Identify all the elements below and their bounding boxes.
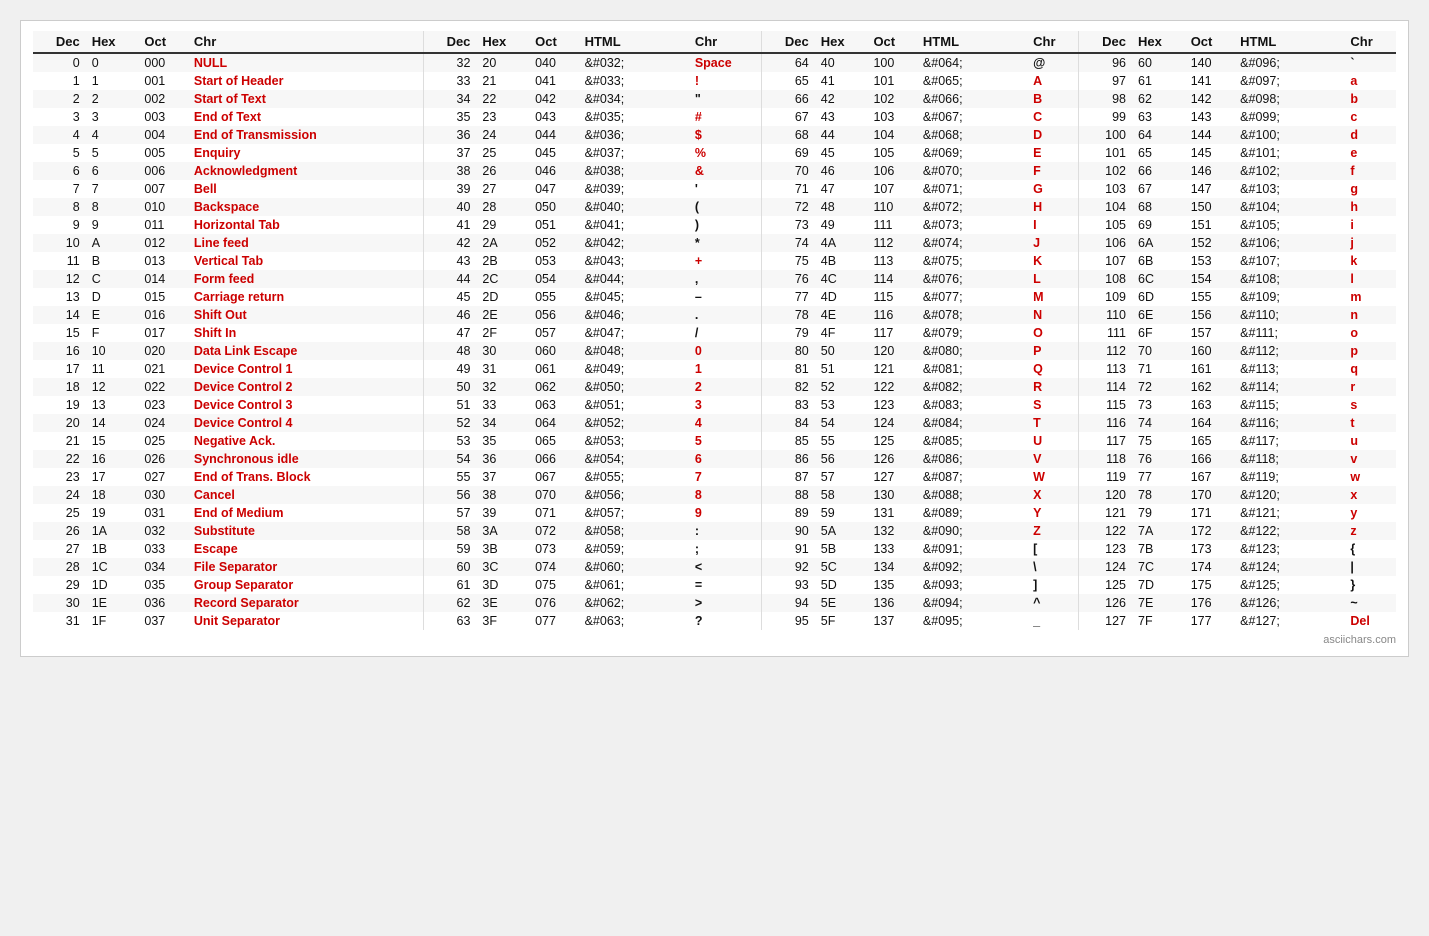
- table-row: 311F037Unit Separator633F077&#063;?955F1…: [33, 612, 1396, 630]
- header-hex-2: Hex: [476, 31, 529, 53]
- table-row: 271B033Escape593B073&#059;;915B133&#091;…: [33, 540, 1396, 558]
- header-oct-2: Oct: [529, 31, 578, 53]
- table-row: 2115025Negative Ack.5335065&#053;5855512…: [33, 432, 1396, 450]
- table-row: 2216026Synchronous idle5436066&#054;6865…: [33, 450, 1396, 468]
- ascii-table: Dec Hex Oct Chr Dec Hex Oct HTML Chr Dec…: [33, 31, 1396, 630]
- header-hex-3: Hex: [815, 31, 868, 53]
- table-row: 2014024Device Control 45234064&#052;4845…: [33, 414, 1396, 432]
- table-row: 301E036Record Separator623E076&#062;>945…: [33, 594, 1396, 612]
- header-dec-3: Dec: [761, 31, 814, 53]
- header-hex-1: Hex: [86, 31, 139, 53]
- table-row: 11001Start of Header3321041&#033;!654110…: [33, 72, 1396, 90]
- table-row: 11B013Vertical Tab432B053&#043;+754B113&…: [33, 252, 1396, 270]
- table-row: 2418030Cancel5638070&#056;88858130&#088;…: [33, 486, 1396, 504]
- header-chrd-2: Chr: [689, 31, 762, 53]
- table-row: 281C034File Separator603C074&#060;<925C1…: [33, 558, 1396, 576]
- header-html-2: HTML: [579, 31, 689, 53]
- table-row: 99011Horizontal Tab4129051&#041;)7349111…: [33, 216, 1396, 234]
- table-row: 10A012Line feed422A052&#042;*744A112&#07…: [33, 234, 1396, 252]
- header-chrd-3: Chr: [1027, 31, 1078, 53]
- table-row: 66006Acknowledgment3826046&#038;&7046106…: [33, 162, 1396, 180]
- table-row: 1913023Device Control 35133063&#051;3835…: [33, 396, 1396, 414]
- table-row: 1812022Device Control 25032062&#050;2825…: [33, 378, 1396, 396]
- header-dec-2: Dec: [423, 31, 476, 53]
- header-oct-1: Oct: [138, 31, 187, 53]
- table-header-row: Dec Hex Oct Chr Dec Hex Oct HTML Chr Dec…: [33, 31, 1396, 53]
- table-row: 44004End of Transmission3624044&#036;$68…: [33, 126, 1396, 144]
- ascii-table-container: Dec Hex Oct Chr Dec Hex Oct HTML Chr Dec…: [20, 20, 1409, 657]
- table-row: 291D035Group Separator613D075&#061;=935D…: [33, 576, 1396, 594]
- table-row: 1610020Data Link Escape4830060&#048;0805…: [33, 342, 1396, 360]
- header-dec-4: Dec: [1079, 31, 1132, 53]
- table-row: 33003End of Text3523043&#035;#6743103&#0…: [33, 108, 1396, 126]
- header-oct-4: Oct: [1185, 31, 1234, 53]
- table-row: 15F017Shift In472F057&#047;/794F117&#079…: [33, 324, 1396, 342]
- table-row: 00000NULL3220040&#032;Space6440100&#064;…: [33, 53, 1396, 72]
- table-body: 00000NULL3220040&#032;Space6440100&#064;…: [33, 53, 1396, 630]
- table-row: 261A032Substitute583A072&#058;:905A132&#…: [33, 522, 1396, 540]
- footer-text: asciichars.com: [33, 634, 1396, 646]
- header-chrd-4: Chr: [1344, 31, 1396, 53]
- header-oct-3: Oct: [867, 31, 916, 53]
- header-html-3: HTML: [917, 31, 1027, 53]
- header-dec-1: Dec: [33, 31, 86, 53]
- table-row: 55005Enquiry3725045&#037;%6945105&#069;E…: [33, 144, 1396, 162]
- table-row: 2317027End of Trans. Block5537067&#055;7…: [33, 468, 1396, 486]
- header-html-4: HTML: [1234, 31, 1344, 53]
- header-chr-1: Chr: [188, 31, 423, 53]
- table-row: 2519031End of Medium5739071&#057;9895913…: [33, 504, 1396, 522]
- table-row: 12C014Form feed442C054&#044;,764C114&#07…: [33, 270, 1396, 288]
- table-row: 13D015Carriage return452D055&#045;–774D1…: [33, 288, 1396, 306]
- table-row: 14E016Shift Out462E056&#046;.784E116&#07…: [33, 306, 1396, 324]
- table-row: 22002Start of Text3422042&#034;"6642102&…: [33, 90, 1396, 108]
- table-row: 77007Bell3927047&#039;'7147107&#071;G103…: [33, 180, 1396, 198]
- table-row: 1711021Device Control 14931061&#049;1815…: [33, 360, 1396, 378]
- header-hex-4: Hex: [1132, 31, 1185, 53]
- table-row: 88010Backspace4028050&#040;(7248110&#072…: [33, 198, 1396, 216]
